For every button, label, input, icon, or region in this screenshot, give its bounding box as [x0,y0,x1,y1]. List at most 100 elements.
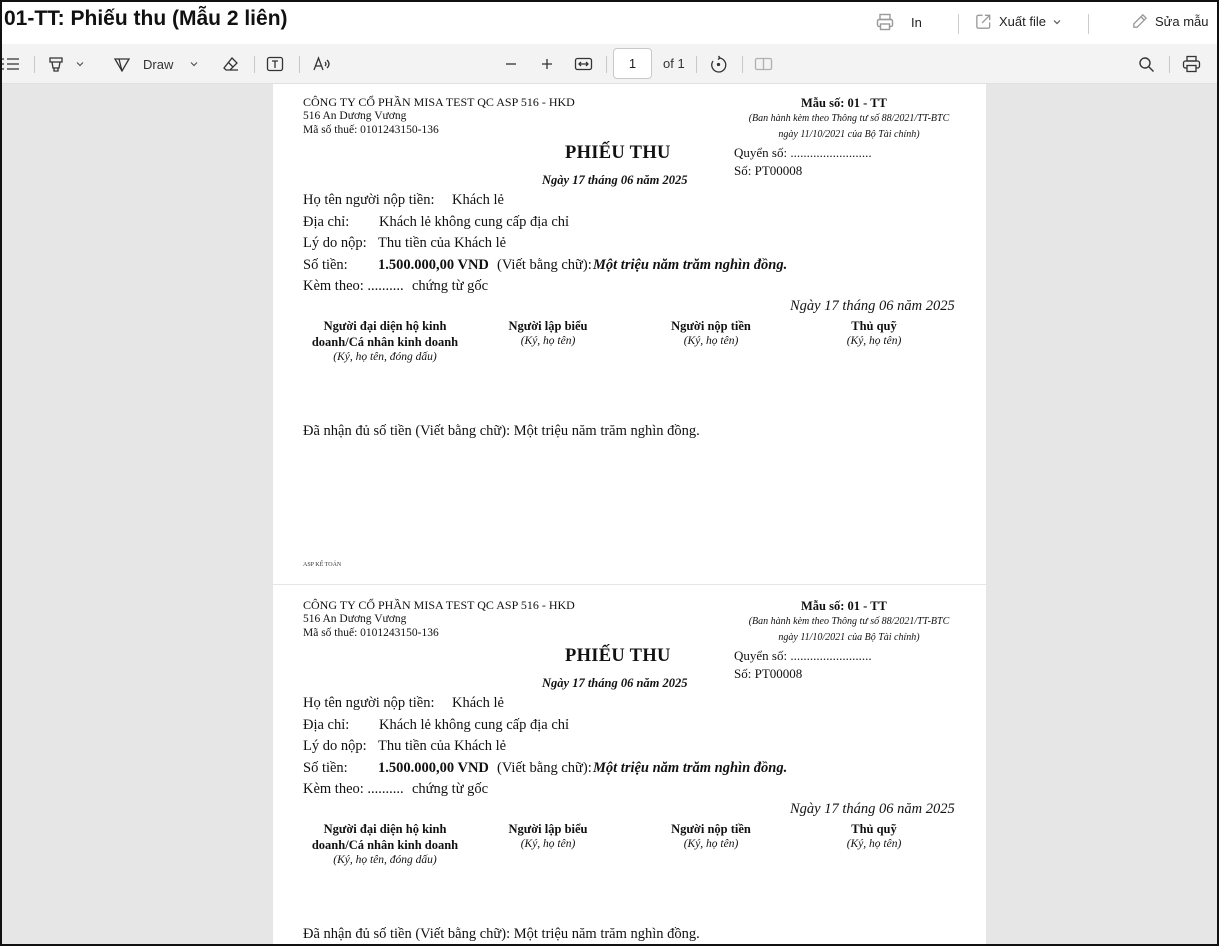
search-icon [1138,56,1155,73]
draw-button[interactable]: Draw [113,44,173,84]
reason-label: Lý do nộp: [303,738,367,754]
attachment-value: chứng từ gốc [412,781,489,797]
amount-label: Số tiền: [303,257,348,273]
rotate-button[interactable] [709,44,728,84]
signature-note-payer: (Ký, họ tên) [683,335,739,347]
print-button[interactable]: In [875,12,922,32]
signature-title-representative: Người đại diện hộ kinh doanh/Cá nhân kin… [311,822,459,852]
highlight-options-button[interactable] [75,44,85,84]
address-label: Địa chỉ: [303,214,350,230]
read-aloud-button[interactable] [312,44,331,84]
minus-icon [504,57,518,71]
pencil-icon [1130,12,1149,31]
amount-label: Số tiền: [303,760,348,776]
payer-value: Khách lẻ [452,695,504,711]
erase-button[interactable] [222,44,240,84]
signature-note-representative: (Ký, họ tên, đóng dấu) [333,854,437,866]
payer-label: Họ tên người nộp tiền: [303,192,435,208]
software-footer: ASP KẾ TOÁN [303,562,342,568]
highlight-button[interactable] [47,44,65,84]
contents-button[interactable] [2,44,20,84]
address-value: Khách lẻ không cung cấp địa chỉ [379,214,570,230]
signature-note-preparer: (Ký, họ tên) [520,838,576,850]
reason-value: Thu tiền của Khách lẻ [378,235,507,251]
add-text-button[interactable] [266,44,284,84]
voucher-copy-2: CÔNG TY CỔ PHẦN MISA TEST QC ASP 516 - H… [273,585,986,944]
textbox-icon [266,55,284,73]
company-address: 516 An Dương Vương [303,110,407,122]
voucher-number: Số: PT00008 [734,163,803,178]
document-viewer[interactable]: CÔNG TY CỔ PHẦN MISA TEST QC ASP 516 - H… [2,84,1217,944]
eraser-icon [222,55,240,73]
signature-title-payer: Người nộp tiền [671,319,751,333]
printer-icon [875,12,895,32]
print-label: In [911,14,922,30]
company-tax-code: Mã số thuế: 0101243150-136 [303,124,439,136]
draw-label: Draw [143,56,174,72]
toolbar-divider [696,56,697,73]
zoom-in-button[interactable] [540,44,554,84]
header-divider [1088,14,1089,34]
list-icon [2,56,20,72]
toolbar-divider [254,56,255,73]
page-number-input[interactable]: 1 [613,48,652,79]
received-amount: Đã nhận đủ số tiền (Viết bằng chữ): Một … [303,926,700,942]
page-title: 01-TT: Phiếu thu (Mẫu 2 liên) [4,7,288,30]
company-address: 516 An Dương Vương [303,613,407,625]
highlighter-icon [47,55,65,73]
issued-by-line-1: (Ban hành kèm theo Thông tư số 88/2021/T… [748,616,950,627]
issued-by-line-2: ngày 11/10/2021 của Bộ Tài chính) [778,632,920,643]
address-value: Khách lẻ không cung cấp địa chỉ [379,717,570,733]
chevron-down-icon [1052,17,1062,27]
voucher-number: Số: PT00008 [734,666,803,681]
voucher-title: PHIẾU THU [565,646,671,666]
signature-note-cashier: (Ký, họ tên) [846,335,902,347]
fit-width-button[interactable] [574,44,593,84]
signing-date: Ngày 17 tháng 06 năm 2025 [790,801,955,817]
voucher-date: Ngày 17 tháng 06 năm 2025 [542,676,688,690]
address-label: Địa chỉ: [303,717,350,733]
edit-template-button[interactable]: Sửa mẫu [1130,12,1209,31]
pdf-toolbar: Draw 1 of 1 [2,44,1217,84]
app-window: 01-TT: Phiếu thu (Mẫu 2 liên) In Xuất fi… [0,0,1219,946]
company-name: CÔNG TY CỔ PHẦN MISA TEST QC ASP 516 - H… [303,598,575,612]
read-aloud-icon [312,55,331,73]
amount-words-label: (Viết bằng chữ): [497,257,592,273]
toolbar-divider [606,56,607,73]
amount-value: 1.500.000,00 VND [378,257,489,273]
amount-words-value: Một triệu năm trăm nghìn đồng. [593,257,788,273]
payer-value: Khách lẻ [452,192,504,208]
signature-title-payer: Người nộp tiền [671,822,751,836]
payer-label: Họ tên người nộp tiền: [303,695,435,711]
draw-icon [113,55,131,73]
issued-by-line-1: (Ban hành kèm theo Thông tư số 88/2021/T… [748,113,950,124]
signature-title-preparer: Người lập biểu [508,822,588,836]
fit-width-icon [574,56,593,72]
header-divider [958,14,959,34]
rotate-icon [709,55,728,74]
form-number: Mẫu số: 01 - TT [801,96,887,110]
amount-value: 1.500.000,00 VND [378,760,489,776]
two-page-icon [754,56,773,72]
export-icon [974,12,993,31]
zoom-out-button[interactable] [504,44,518,84]
received-amount: Đã nhận đủ số tiền (Viết bằng chữ): Một … [303,423,700,439]
export-file-button[interactable]: Xuất file [974,12,1062,31]
signature-title-preparer: Người lập biểu [508,319,588,333]
two-page-view-button[interactable] [754,44,773,84]
export-label: Xuất file [999,14,1046,29]
company-name: CÔNG TY CỔ PHẦN MISA TEST QC ASP 516 - H… [303,95,575,109]
toolbar-divider [34,56,35,73]
draw-options-button[interactable] [189,44,199,84]
search-button[interactable] [1138,44,1155,84]
reason-label: Lý do nộp: [303,235,367,251]
book-number: Quyển số: ......................... [734,145,872,160]
amount-words-value: Một triệu năm trăm nghìn đồng. [593,760,788,776]
print-toolbar-button[interactable] [1182,44,1201,84]
toolbar-divider [299,56,300,73]
issued-by-line-2: ngày 11/10/2021 của Bộ Tài chính) [778,129,920,140]
signature-note-preparer: (Ký, họ tên) [520,335,576,347]
header-bar: 01-TT: Phiếu thu (Mẫu 2 liên) In Xuất fi… [2,2,1217,44]
voucher-date: Ngày 17 tháng 06 năm 2025 [542,173,688,187]
voucher-copy-1: CÔNG TY CỔ PHẦN MISA TEST QC ASP 516 - H… [273,84,986,584]
